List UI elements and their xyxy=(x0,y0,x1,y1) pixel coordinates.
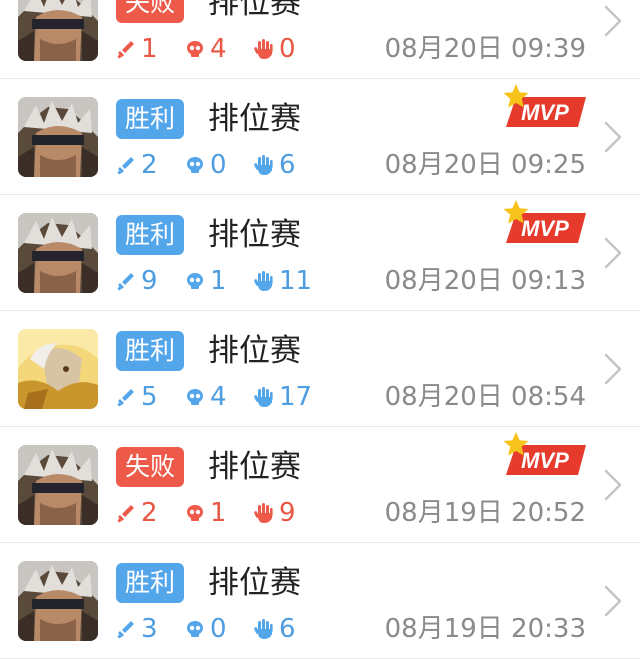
match-row[interactable]: 胜利 排位赛 3 0 6 08月19日 20:33 xyxy=(0,543,640,659)
assists-value: 17 xyxy=(279,382,313,412)
kills-stat: 2 xyxy=(116,493,158,533)
game-mode-label: 排位赛 xyxy=(208,565,301,601)
death-skull-icon xyxy=(185,503,205,523)
chevron-right-icon[interactable] xyxy=(600,1,626,41)
deaths-value: 1 xyxy=(210,266,227,296)
mvp-badge: MVP xyxy=(502,83,588,135)
kills-value: 2 xyxy=(141,150,158,180)
assists-stat: 17 xyxy=(254,377,312,417)
assists-value: 6 xyxy=(279,150,296,180)
assists-stat: 6 xyxy=(254,609,296,649)
kills-stat: 9 xyxy=(116,261,158,301)
kill-sword-icon xyxy=(116,619,136,639)
assist-hand-icon xyxy=(254,270,274,292)
match-row[interactable]: 胜利 排位赛 5 4 17 08月20日 08:54 xyxy=(0,311,640,427)
death-skull-icon xyxy=(185,271,205,291)
deaths-value: 0 xyxy=(210,150,227,180)
assists-value: 0 xyxy=(279,34,296,64)
match-time: 08月20日 08:54 xyxy=(384,382,586,412)
kills-stat: 3 xyxy=(116,609,158,649)
kills-stat: 2 xyxy=(116,145,158,185)
assist-hand-icon xyxy=(254,618,274,640)
deaths-stat: 4 xyxy=(185,377,227,417)
kill-sword-icon xyxy=(116,271,136,291)
result-badge: 胜利 xyxy=(116,563,184,603)
kills-stat: 1 xyxy=(116,29,158,69)
assist-hand-icon xyxy=(254,502,274,524)
assists-value: 6 xyxy=(279,614,296,644)
assists-stat: 0 xyxy=(254,29,296,69)
deaths-value: 1 xyxy=(210,498,227,528)
mvp-badge: MVP xyxy=(502,431,588,483)
game-mode-label: 排位赛 xyxy=(208,101,301,137)
match-time: 08月19日 20:52 xyxy=(384,498,586,528)
death-skull-icon xyxy=(185,39,205,59)
mvp-label: MVP xyxy=(521,448,569,473)
assists-stat: 9 xyxy=(254,493,296,533)
kill-sword-icon xyxy=(116,155,136,175)
assists-value: 9 xyxy=(279,498,296,528)
game-mode-label: 排位赛 xyxy=(208,217,301,253)
game-mode-label: 排位赛 xyxy=(208,333,301,369)
hero-avatar xyxy=(18,213,98,293)
result-badge: 失败 xyxy=(116,0,184,23)
hero-avatar xyxy=(18,561,98,641)
match-time: 08月20日 09:13 xyxy=(384,266,586,296)
assists-stat: 11 xyxy=(254,261,312,301)
hero-avatar xyxy=(18,0,98,61)
death-skull-icon xyxy=(185,619,205,639)
result-badge: 胜利 xyxy=(116,215,184,255)
hero-avatar xyxy=(18,445,98,525)
match-row[interactable]: 胜利 排位赛 9 1 11 08月20日 09:13 MVP xyxy=(0,195,640,311)
match-row[interactable]: 失败 排位赛 2 1 9 08月19日 20:52 MVP xyxy=(0,427,640,543)
deaths-value: 4 xyxy=(210,382,227,412)
kills-value: 5 xyxy=(141,382,158,412)
death-skull-icon xyxy=(185,387,205,407)
kills-value: 2 xyxy=(141,498,158,528)
chevron-right-icon[interactable] xyxy=(600,349,626,389)
game-mode-label: 排位赛 xyxy=(208,0,301,21)
result-badge: 失败 xyxy=(116,447,184,487)
kills-value: 1 xyxy=(141,34,158,64)
assists-stat: 6 xyxy=(254,145,296,185)
kill-sword-icon xyxy=(116,387,136,407)
deaths-stat: 0 xyxy=(185,609,227,649)
deaths-value: 4 xyxy=(210,34,227,64)
kills-value: 9 xyxy=(141,266,158,296)
mvp-label: MVP xyxy=(521,216,569,241)
assist-hand-icon xyxy=(254,38,274,60)
hero-avatar xyxy=(18,329,98,409)
result-badge: 胜利 xyxy=(116,99,184,139)
deaths-stat: 0 xyxy=(185,145,227,185)
kills-value: 3 xyxy=(141,614,158,644)
kill-sword-icon xyxy=(116,503,136,523)
match-row[interactable]: 失败 排位赛 1 4 0 08月20日 09:39 xyxy=(0,0,640,79)
kill-sword-icon xyxy=(116,39,136,59)
match-time: 08月20日 09:39 xyxy=(384,34,586,64)
match-row[interactable]: 胜利 排位赛 2 0 6 08月20日 09:25 MVP xyxy=(0,79,640,195)
match-time: 08月19日 20:33 xyxy=(384,614,586,644)
deaths-stat: 1 xyxy=(185,493,227,533)
death-skull-icon xyxy=(185,155,205,175)
hero-avatar xyxy=(18,97,98,177)
deaths-stat: 4 xyxy=(185,29,227,69)
chevron-right-icon[interactable] xyxy=(600,465,626,505)
kills-stat: 5 xyxy=(116,377,158,417)
chevron-right-icon[interactable] xyxy=(600,581,626,621)
mvp-badge: MVP xyxy=(502,199,588,251)
match-time: 08月20日 09:25 xyxy=(384,150,586,180)
assists-value: 11 xyxy=(279,266,313,296)
assist-hand-icon xyxy=(254,154,274,176)
chevron-right-icon[interactable] xyxy=(600,233,626,273)
deaths-stat: 1 xyxy=(185,261,227,301)
match-history-list: 失败 排位赛 1 4 0 08月20日 09:39 胜利 排位赛 2 0 6 0… xyxy=(0,0,640,659)
assist-hand-icon xyxy=(254,386,274,408)
result-badge: 胜利 xyxy=(116,331,184,371)
deaths-value: 0 xyxy=(210,614,227,644)
mvp-label: MVP xyxy=(521,100,569,125)
game-mode-label: 排位赛 xyxy=(208,449,301,485)
chevron-right-icon[interactable] xyxy=(600,117,626,157)
